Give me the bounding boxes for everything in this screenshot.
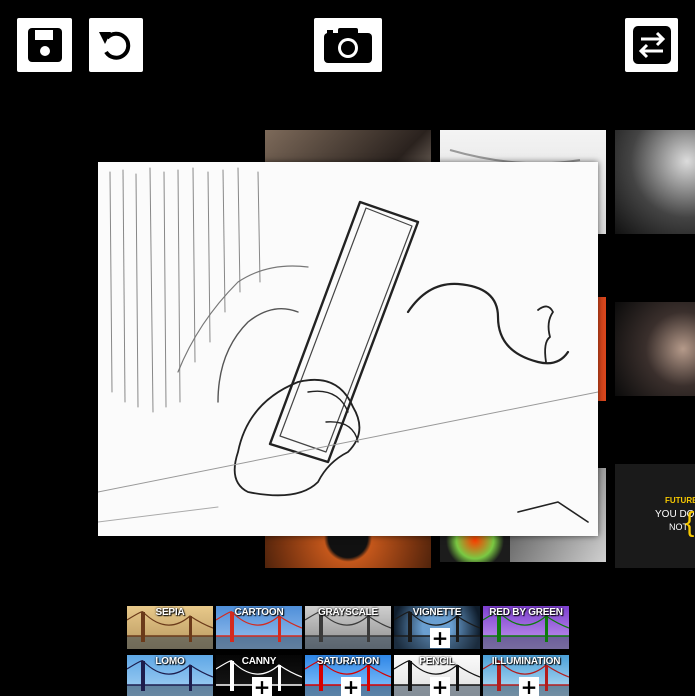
camera-icon: [324, 28, 372, 63]
effect-thumb-cartoon[interactable]: CARTOON: [216, 606, 302, 649]
effect-thumb-illumination[interactable]: ILLUMINATION +: [483, 655, 569, 696]
plus-icon[interactable]: +: [341, 677, 361, 696]
effect-thumb-canny[interactable]: CANNY +: [216, 655, 302, 696]
reset-button[interactable]: [89, 18, 143, 72]
swap-camera-button[interactable]: [625, 18, 678, 72]
capture-button[interactable]: [314, 18, 382, 72]
effect-label: ILLUMINATION: [491, 656, 561, 667]
plus-icon[interactable]: +: [519, 677, 539, 696]
effect-thumb-lomo[interactable]: LOMO: [127, 655, 213, 696]
effect-thumb-pencil[interactable]: PENCIL +: [394, 655, 480, 696]
effect-label: VIGNETTE: [412, 607, 462, 618]
plus-icon[interactable]: +: [252, 677, 272, 696]
effect-thumb-red-by-green[interactable]: RED BY GREEN: [483, 606, 569, 649]
effect-label: SEPIA: [155, 607, 185, 618]
effect-label: SATURATION: [316, 656, 380, 667]
poster-line-1: FUTURE: [665, 496, 695, 505]
gallery-photo-smoke[interactable]: [615, 130, 695, 234]
gallery-photo-portrait[interactable]: [615, 302, 695, 396]
effect-thumb-vignette[interactable]: VIGNETTE +: [394, 606, 480, 649]
effect-thumb-grayscale[interactable]: GRAYSCALE: [305, 606, 391, 649]
effect-thumb-saturation[interactable]: SATURATION +: [305, 655, 391, 696]
pencil-sketch-drawing: [97, 167, 599, 523]
sketch-preview-image[interactable]: [97, 162, 599, 536]
effect-label: CANNY: [241, 656, 277, 667]
effect-label: GRAYSCALE: [317, 607, 379, 618]
effect-label: LOMO: [155, 656, 185, 667]
plus-icon[interactable]: +: [430, 628, 450, 648]
rotate-ccw-icon: [99, 31, 131, 60]
effect-thumb-sepia[interactable]: SEPIA: [127, 606, 213, 649]
gallery-photo-poster[interactable]: FUTURE YOU DO NOT {: [615, 464, 695, 568]
effect-label: RED BY GREEN: [489, 607, 563, 618]
plus-icon[interactable]: +: [430, 677, 450, 696]
poster-brace: {: [685, 506, 695, 537]
save-button[interactable]: [17, 18, 72, 72]
effect-label: PENCIL: [419, 656, 455, 667]
swap-icon: [632, 26, 671, 64]
save-icon: [27, 28, 62, 62]
effect-label: CARTOON: [234, 607, 284, 618]
